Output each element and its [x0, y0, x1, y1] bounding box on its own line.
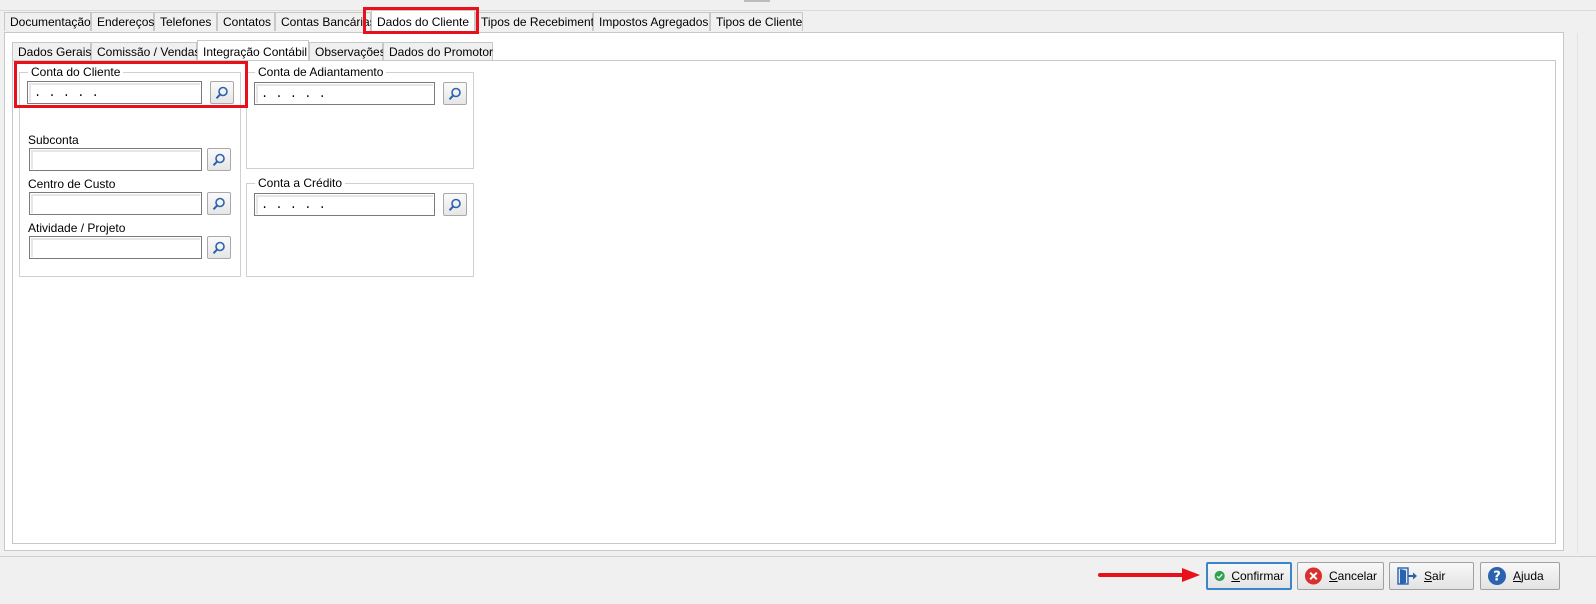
- tab-tipos-de-recebimento[interactable]: Tipos de Recebimento: [475, 12, 601, 31]
- search-icon: [212, 197, 225, 210]
- subconta-input[interactable]: [29, 148, 202, 171]
- tab-telefones[interactable]: Telefones: [154, 12, 217, 31]
- search-icon: [215, 86, 228, 99]
- atividade-projeto-label: Atividade / Projeto: [28, 221, 126, 235]
- search-icon: [448, 198, 461, 211]
- ajuda-button[interactable]: ? Ajuda: [1480, 562, 1560, 590]
- tab-impostos-agregados[interactable]: Impostos Agregados: [593, 12, 710, 31]
- cancelar-label: Cancelar: [1328, 569, 1377, 583]
- atividade-projeto-search-button[interactable]: [207, 236, 231, 259]
- cancelar-button[interactable]: Cancelar: [1297, 562, 1384, 590]
- integracao-contabil-panel: [12, 60, 1556, 544]
- centro-custo-search-button[interactable]: [207, 192, 231, 215]
- conta-cliente-input[interactable]: [27, 81, 202, 104]
- search-icon: [212, 153, 225, 166]
- splitter-handle[interactable]: [744, 0, 770, 2]
- conta-credito-search-button[interactable]: [443, 193, 467, 216]
- confirmar-button[interactable]: Confirmar: [1206, 562, 1292, 590]
- search-icon: [448, 87, 461, 100]
- help-icon: ?: [1488, 567, 1506, 585]
- check-circle-icon: [1214, 570, 1225, 582]
- conta-cliente-search-button[interactable]: [210, 81, 234, 104]
- tab-enderecos[interactable]: Endereços: [91, 12, 154, 31]
- conta-credito-input[interactable]: [254, 193, 435, 216]
- centro-custo-label: Centro de Custo: [28, 177, 116, 191]
- subtab-comissao-vendas[interactable]: Comissão / Vendas: [91, 42, 200, 61]
- atividade-projeto-input[interactable]: [29, 236, 202, 259]
- conta-credito-title: Conta a Crédito: [255, 176, 346, 190]
- conta-adiantamento-title: Conta de Adiantamento: [255, 65, 387, 79]
- subconta-search-button[interactable]: [207, 148, 231, 171]
- tab-contas-bancarias[interactable]: Contas Bancárias: [275, 12, 376, 31]
- tab-contatos[interactable]: Contatos: [217, 12, 275, 31]
- search-icon: [212, 241, 225, 254]
- annotation-arrow-icon: [1098, 568, 1200, 582]
- subtab-dados-gerais[interactable]: Dados Gerais: [12, 42, 91, 61]
- svg-text:?: ?: [1493, 570, 1501, 585]
- conta-adiantamento-input[interactable]: [254, 82, 435, 105]
- tab-dados-do-cliente[interactable]: Dados do Cliente: [371, 10, 475, 32]
- ajuda-label: Ajuda: [1513, 569, 1544, 583]
- tab-documentacao[interactable]: Documentação: [4, 12, 91, 31]
- sair-label: Sair: [1424, 569, 1446, 583]
- cancel-icon: [1304, 567, 1323, 585]
- tab-tipos-de-cliente[interactable]: Tipos de Cliente: [710, 12, 803, 31]
- vertical-scrollbar[interactable]: [1577, 33, 1590, 553]
- exit-door-icon: [1397, 567, 1417, 585]
- centro-custo-input[interactable]: [29, 192, 202, 215]
- conta-cliente-title: Conta do Cliente: [28, 65, 124, 79]
- subtab-integracao-contabil[interactable]: Integração Contábil: [197, 40, 309, 62]
- subtab-observacoes[interactable]: Observações: [309, 42, 386, 61]
- window-top-strip: [0, 0, 1596, 11]
- conta-adiantamento-search-button[interactable]: [443, 82, 467, 105]
- subtab-dados-do-promotor[interactable]: Dados do Promotor: [383, 42, 493, 61]
- subconta-label: Subconta: [28, 133, 79, 147]
- confirmar-label: Confirmar: [1231, 569, 1284, 583]
- sair-button[interactable]: Sair: [1389, 562, 1474, 590]
